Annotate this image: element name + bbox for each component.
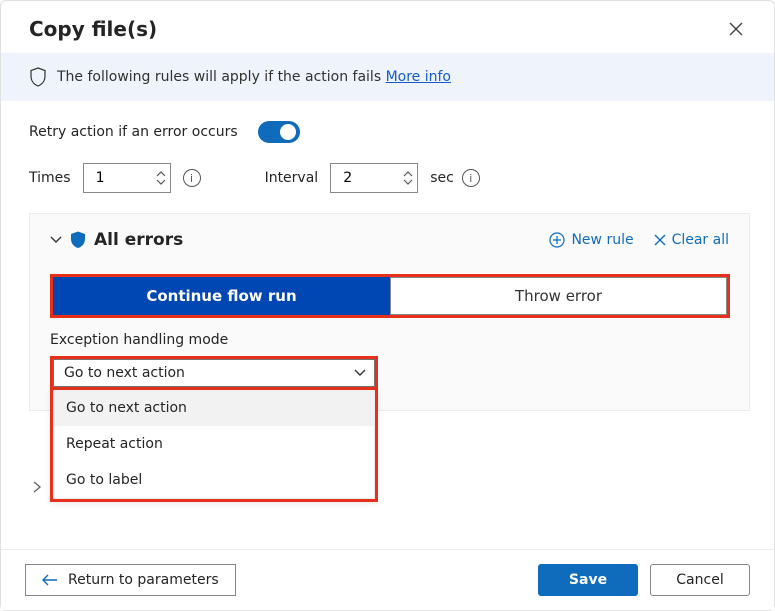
chevron-down-icon[interactable] [50, 236, 62, 244]
info-banner-text: The following rules will apply if the ac… [57, 69, 386, 85]
times-stepper[interactable] [83, 163, 171, 193]
close-button[interactable] [722, 15, 750, 43]
new-rule-button[interactable]: New rule [549, 232, 633, 248]
chevron-down-icon[interactable] [403, 179, 413, 185]
interval-unit: sec [430, 170, 454, 186]
info-banner: The following rules will apply if the ac… [1, 53, 774, 101]
errors-card: All errors New rule Clear all Continue f… [29, 213, 750, 411]
times-label: Times [29, 170, 71, 186]
dropdown-option[interactable]: Go to label [53, 462, 375, 499]
exception-mode-label: Exception handling mode [50, 332, 729, 348]
clear-all-button[interactable]: Clear all [654, 232, 729, 248]
return-to-parameters-button[interactable]: Return to parameters [25, 564, 236, 596]
shield-icon [29, 67, 47, 87]
flow-behavior-segmented: Continue flow run Throw error [50, 274, 730, 318]
chevron-right-icon[interactable] [32, 480, 42, 494]
more-info-link[interactable]: More info [386, 69, 451, 85]
chevron-down-icon[interactable] [156, 179, 166, 185]
dialog-title: Copy file(s) [29, 17, 157, 41]
interval-stepper[interactable] [330, 163, 418, 193]
shield-solid-icon [70, 231, 86, 249]
interval-label: Interval [265, 170, 319, 186]
retry-toggle[interactable] [258, 121, 300, 143]
close-icon [729, 22, 743, 36]
retry-label: Retry action if an error occurs [29, 124, 238, 140]
chevron-up-icon[interactable] [156, 171, 166, 177]
plus-circle-icon [549, 232, 565, 248]
interval-input[interactable] [341, 169, 381, 187]
segment-continue-flow[interactable]: Continue flow run [53, 277, 390, 315]
exception-mode-dropdown: Go to next action Repeat action Go to la… [50, 390, 378, 502]
chevron-up-icon[interactable] [403, 171, 413, 177]
arrow-left-icon [42, 574, 58, 586]
exception-mode-select[interactable]: Go to next action [53, 359, 375, 387]
dropdown-option[interactable]: Repeat action [53, 426, 375, 462]
times-input[interactable] [94, 169, 134, 187]
interval-info-icon[interactable]: i [462, 169, 480, 187]
x-icon [654, 234, 666, 246]
cancel-button[interactable]: Cancel [650, 564, 750, 596]
save-button[interactable]: Save [538, 564, 638, 596]
chevron-down-icon [354, 369, 366, 377]
toggle-knob [280, 124, 296, 140]
errors-title: All errors [94, 230, 183, 250]
dropdown-option[interactable]: Go to next action [53, 390, 375, 426]
exception-mode-value: Go to next action [64, 365, 185, 381]
segment-throw-error[interactable]: Throw error [390, 277, 727, 315]
times-info-icon[interactable]: i [183, 169, 201, 187]
